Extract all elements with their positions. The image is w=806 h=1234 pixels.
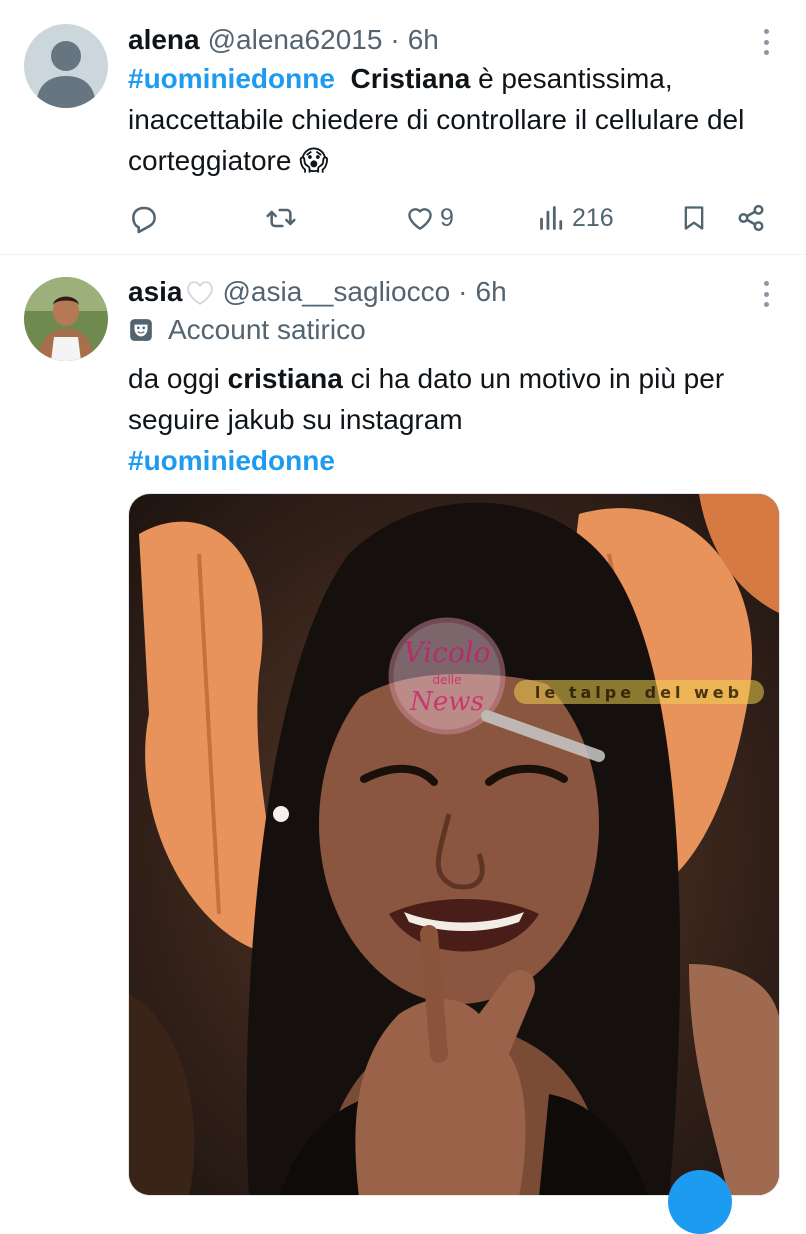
scream-emoji: 😱 xyxy=(299,145,329,176)
hashtag-link[interactable]: #uominiedonne xyxy=(128,63,335,94)
views-button[interactable]: 216 xyxy=(538,196,614,240)
svg-text:Vicolo: Vicolo xyxy=(403,636,490,669)
compose-fab-button[interactable] xyxy=(668,1170,732,1234)
tweet-text: da oggi cristiana ci ha dato un motivo i… xyxy=(128,358,778,481)
tweet-text-body: da oggi xyxy=(128,363,228,394)
tweet-header: asia @asia__sagliocco · 6h xyxy=(128,274,507,310)
bookmark-icon xyxy=(684,206,704,230)
mention-bold: Cristiana xyxy=(350,63,471,94)
share-button[interactable] xyxy=(736,196,766,240)
like-count: 9 xyxy=(440,203,454,232)
reply-button[interactable] xyxy=(128,196,160,240)
timestamp[interactable]: 6h xyxy=(476,276,507,308)
white-heart-emoji xyxy=(185,278,215,306)
avatar-photo[interactable] xyxy=(24,277,108,361)
retweet-icon xyxy=(266,208,296,228)
separator-dot: · xyxy=(390,24,400,55)
avatar-default[interactable] xyxy=(24,24,108,108)
tweet-actions: 9 216 xyxy=(128,196,778,240)
svg-text:News: News xyxy=(409,687,484,717)
more-options-icon[interactable] xyxy=(760,278,772,310)
bookmark-button[interactable] xyxy=(680,196,708,240)
meme-photo: Vicolo delle News le talpe del web xyxy=(129,494,779,1195)
reply-icon xyxy=(132,206,156,234)
timestamp[interactable]: 6h xyxy=(408,24,439,56)
tweet-text: #uominiedonne Cristiana è pesantissima, … xyxy=(128,58,778,181)
views-icon xyxy=(540,206,563,230)
like-button[interactable]: 9 xyxy=(404,196,454,240)
username[interactable]: @alena62015 xyxy=(208,24,383,56)
hashtag-link[interactable]: #uominiedonne xyxy=(128,445,335,476)
profile-photo xyxy=(24,277,108,361)
retweet-button[interactable] xyxy=(264,196,298,240)
username[interactable]: @asia__sagliocco xyxy=(223,276,451,308)
more-options-icon[interactable] xyxy=(760,26,772,58)
display-name[interactable]: alena xyxy=(128,24,200,56)
svg-text:le talpe del web: le talpe del web xyxy=(535,683,743,702)
automated-account-label: Account satirico xyxy=(128,314,366,346)
tweet-header: alena @alena62015 · 6h xyxy=(128,22,439,58)
views-count: 216 xyxy=(572,203,614,232)
mention-bold: cristiana xyxy=(227,363,343,394)
tweet-media-image[interactable]: Vicolo delle News le talpe del web xyxy=(128,493,780,1196)
theater-mask-icon xyxy=(130,319,152,341)
tweet[interactable]: alena @alena62015 · 6h #uominiedonne Cri… xyxy=(0,0,806,255)
share-icon xyxy=(738,204,764,232)
account-label-text: Account satirico xyxy=(168,314,366,345)
separator-dot: · xyxy=(458,276,468,307)
tweet[interactable]: asia @asia__sagliocco · 6h Account satir… xyxy=(0,256,806,1234)
svg-text:delle: delle xyxy=(432,673,461,687)
default-profile-icon xyxy=(24,24,108,108)
display-name[interactable]: asia xyxy=(128,276,183,308)
heart-icon xyxy=(408,208,432,230)
